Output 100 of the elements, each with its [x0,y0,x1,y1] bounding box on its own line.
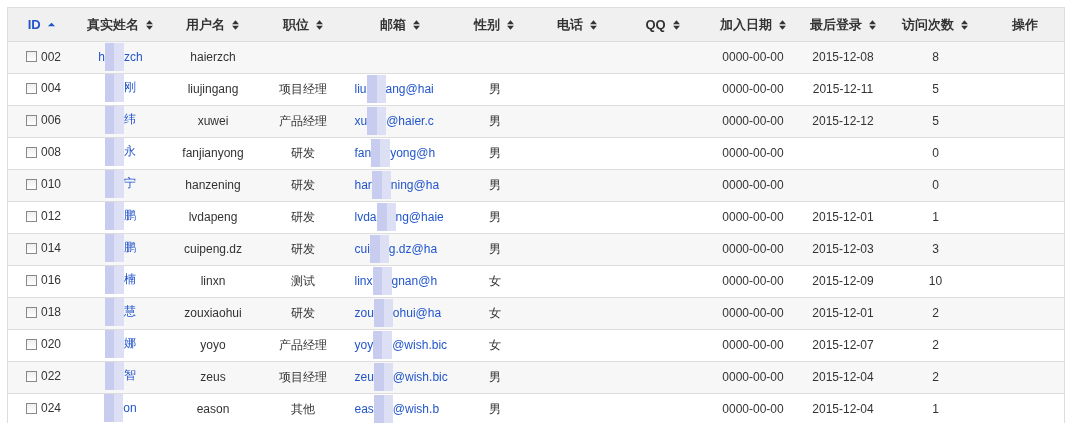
table-cell: 006 [41,113,62,128]
email-link[interactable]: har [354,178,372,192]
sort-ascending-icon [46,20,56,29]
name-link[interactable]: 纬 [124,111,136,128]
name-link[interactable]: 鹏 [124,239,136,256]
sort-icon [777,18,787,31]
sort-icon [412,18,421,31]
redaction-mosaic [371,139,391,167]
row-checkbox[interactable] [26,51,37,62]
email-link[interactable]: linx [354,274,373,288]
table-cell: yoyo [200,338,226,352]
table-cell: zouxiaohui [184,306,242,320]
name-link[interactable]: on [123,400,137,415]
name-link[interactable]: 慧 [124,303,136,320]
redaction-mosaic [371,171,391,199]
email-link[interactable]: liu [354,82,367,96]
table-cell: 研发 [291,241,315,256]
sort-icon [588,18,598,31]
email-link[interactable]: yong@h [390,146,436,160]
row-checkbox[interactable] [26,402,37,414]
table-cell: 024 [41,401,62,416]
table-cell: 产品经理 [279,113,327,128]
name-link[interactable]: 宁 [124,175,136,192]
column-header[interactable]: ID [27,17,56,32]
column-header[interactable]: QQ [645,17,681,32]
table-cell: 0000-00-00 [722,306,784,320]
table-cell: 0 [932,146,939,160]
table-cell: xuwei [197,114,229,128]
redaction-mosaic [369,235,389,263]
table-cell: 2 [932,370,939,384]
row-checkbox[interactable] [26,146,37,158]
table-cell: 女 [488,305,501,320]
email-link[interactable]: @wish.bic [392,338,448,352]
table-cell: 研发 [291,209,315,224]
email-link[interactable]: @haier.c [386,114,434,128]
email-link[interactable]: gnan@h [391,274,438,288]
redaction-mosaic [373,395,393,423]
sort-icon [960,18,969,31]
email-link[interactable]: ang@hai [385,82,434,96]
sort-icon [231,18,240,31]
table-cell: 002 [41,49,62,64]
name-link[interactable]: 刚 [124,79,136,96]
email-link[interactable]: eas [354,402,374,416]
table-cell: 2015-12-01 [812,306,874,320]
table-cell: 0 [932,178,939,192]
row-checkbox[interactable] [26,306,37,318]
redaction-mosaic [104,393,124,422]
name-link[interactable]: 永 [124,143,136,160]
table-cell: 项目经理 [279,369,327,384]
name-link[interactable]: h [98,50,105,65]
email-link[interactable]: zou [354,306,374,320]
email-link[interactable]: cui [354,242,370,256]
name-link[interactable]: zch [124,50,143,65]
email-link[interactable]: lvda [354,210,377,224]
table-cell: 2015-12-04 [812,402,874,416]
table-cell: haierzch [190,50,236,65]
name-link[interactable]: 娜 [124,335,136,352]
email-link[interactable]: zeu [354,370,374,384]
table-cell: 女 [488,337,501,352]
email-link[interactable]: fan [354,146,372,160]
table-cell: 女 [488,273,501,288]
table-cell: 0000-00-00 [722,242,784,256]
table-cell: 0000-00-00 [722,370,784,384]
redaction-mosaic [105,329,124,358]
email-link[interactable]: g.dz@ha [388,242,438,256]
email-link[interactable]: @wish.b [392,402,440,416]
row-checkbox[interactable] [26,178,37,190]
row-checkbox[interactable] [26,210,37,222]
row-checkbox[interactable] [26,370,37,382]
table-cell: 5 [932,82,939,96]
table-cell: 2015-12-11 [812,82,874,96]
name-link[interactable]: 楠 [124,271,136,288]
table-cell: 男 [488,177,501,192]
email-link[interactable]: xu [354,114,368,128]
table-cell: 2015-12-09 [812,274,874,288]
name-link[interactable]: 智 [124,367,136,384]
table-cell: 其他 [291,401,315,416]
email-link[interactable]: yoy [354,338,374,352]
row-checkbox[interactable] [26,114,37,126]
redaction-mosaic [105,265,124,294]
email-link[interactable]: @wish.bic [392,370,448,384]
table-cell: 008 [41,145,62,160]
table-cell: liujingang [187,82,239,96]
row-checkbox[interactable] [26,274,37,286]
table-cell: 2 [932,338,939,352]
email-link[interactable]: ning@ha [390,178,440,192]
table-cell: 2015-12-12 [812,114,874,128]
table-cell: 产品经理 [279,337,327,352]
table-cell: 020 [41,337,62,352]
table-cell: 3 [932,242,939,256]
sort-icon [506,18,515,31]
table-cell: 0000-00-00 [722,402,784,416]
email-link[interactable]: ohui@ha [392,306,442,320]
row-checkbox[interactable] [26,242,37,254]
row-checkbox[interactable] [26,82,37,94]
name-link[interactable]: 鹏 [124,207,136,224]
email-link[interactable]: ng@haie [395,210,444,224]
row-checkbox[interactable] [26,338,37,350]
redaction-mosaic [372,267,392,295]
table-cell: linxn [200,274,226,288]
